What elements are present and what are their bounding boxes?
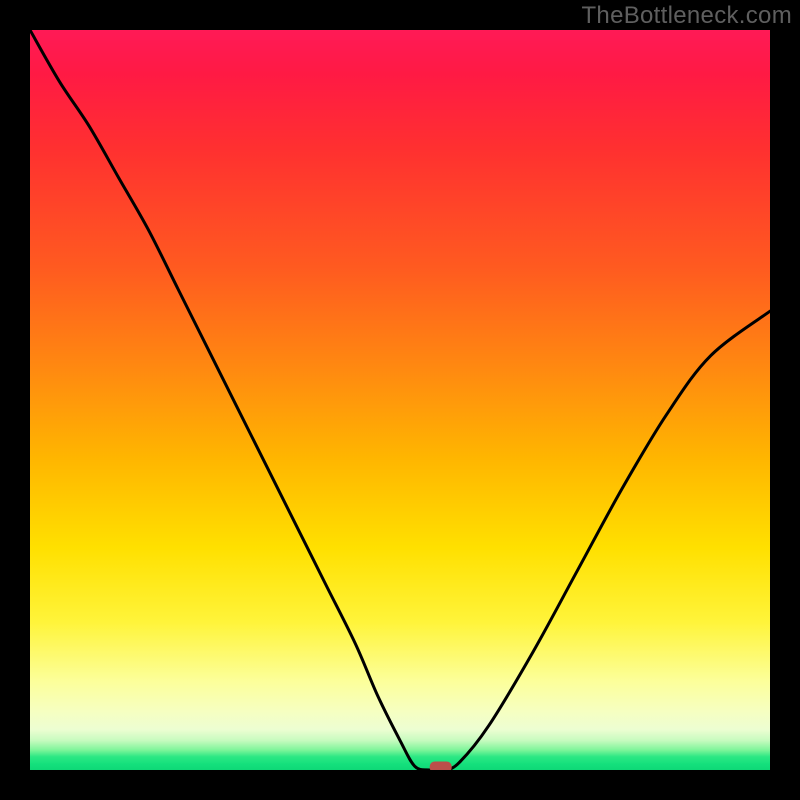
chart-svg xyxy=(30,30,770,770)
min-marker xyxy=(430,762,452,771)
plot-area xyxy=(30,30,770,770)
bottleneck-curve xyxy=(30,30,770,770)
chart-frame: TheBottleneck.com xyxy=(0,0,800,800)
watermark-text: TheBottleneck.com xyxy=(581,2,792,30)
